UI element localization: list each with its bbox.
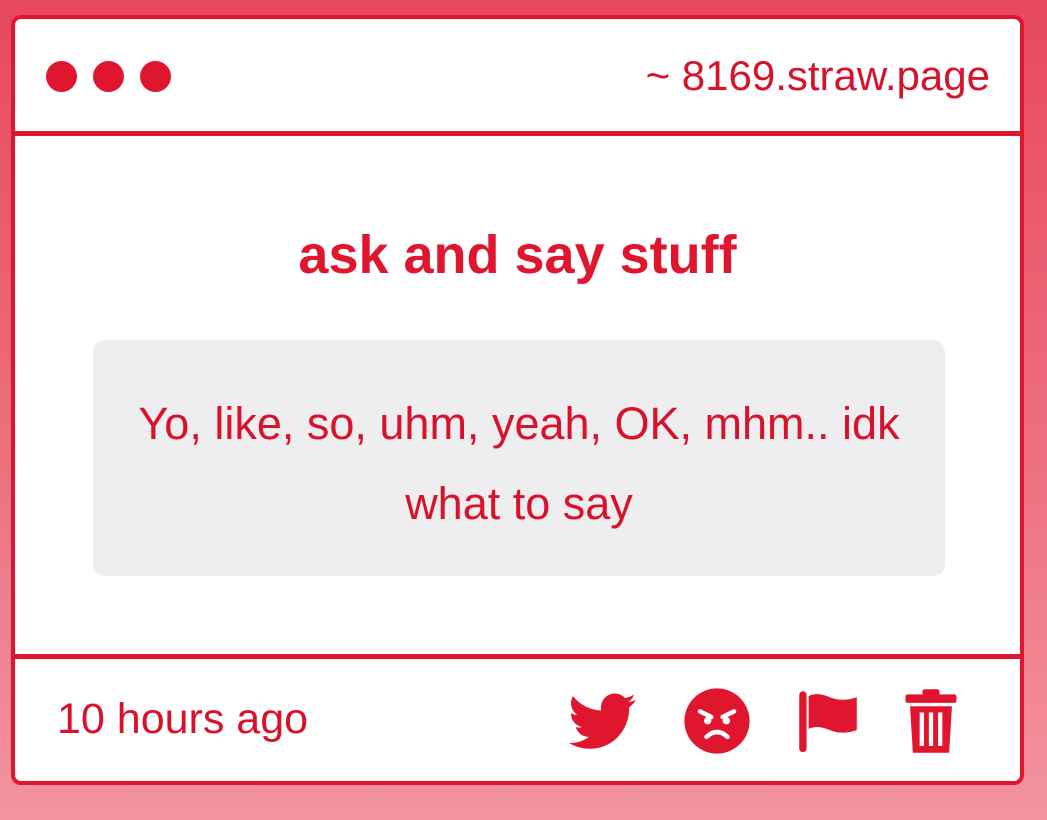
message-box: Yo, like, so, uhm, yeah, OK, mhm.. idk w… xyxy=(93,340,945,576)
page-title: ask and say stuff xyxy=(298,225,737,285)
window-dot-icon xyxy=(140,61,171,92)
twitter-icon[interactable] xyxy=(569,687,637,755)
post-card: ~ 8169.straw.page ask and say stuff Yo, … xyxy=(11,15,1024,785)
window-dot-icon xyxy=(46,61,77,92)
page-url[interactable]: ~ 8169.straw.page xyxy=(646,51,990,101)
window-dot-icon xyxy=(93,61,124,92)
post-footer: 10 hours ago xyxy=(15,654,1020,781)
flag-icon[interactable] xyxy=(793,687,861,755)
angry-face-icon[interactable] xyxy=(683,687,751,755)
timestamp: 10 hours ago xyxy=(57,695,309,743)
post-content: ask and say stuff Yo, like, so, uhm, yea… xyxy=(15,136,1020,654)
message-text: Yo, like, so, uhm, yeah, OK, mhm.. idk w… xyxy=(138,398,900,529)
trash-icon[interactable] xyxy=(897,687,965,755)
window-titlebar: ~ 8169.straw.page xyxy=(15,19,1020,136)
